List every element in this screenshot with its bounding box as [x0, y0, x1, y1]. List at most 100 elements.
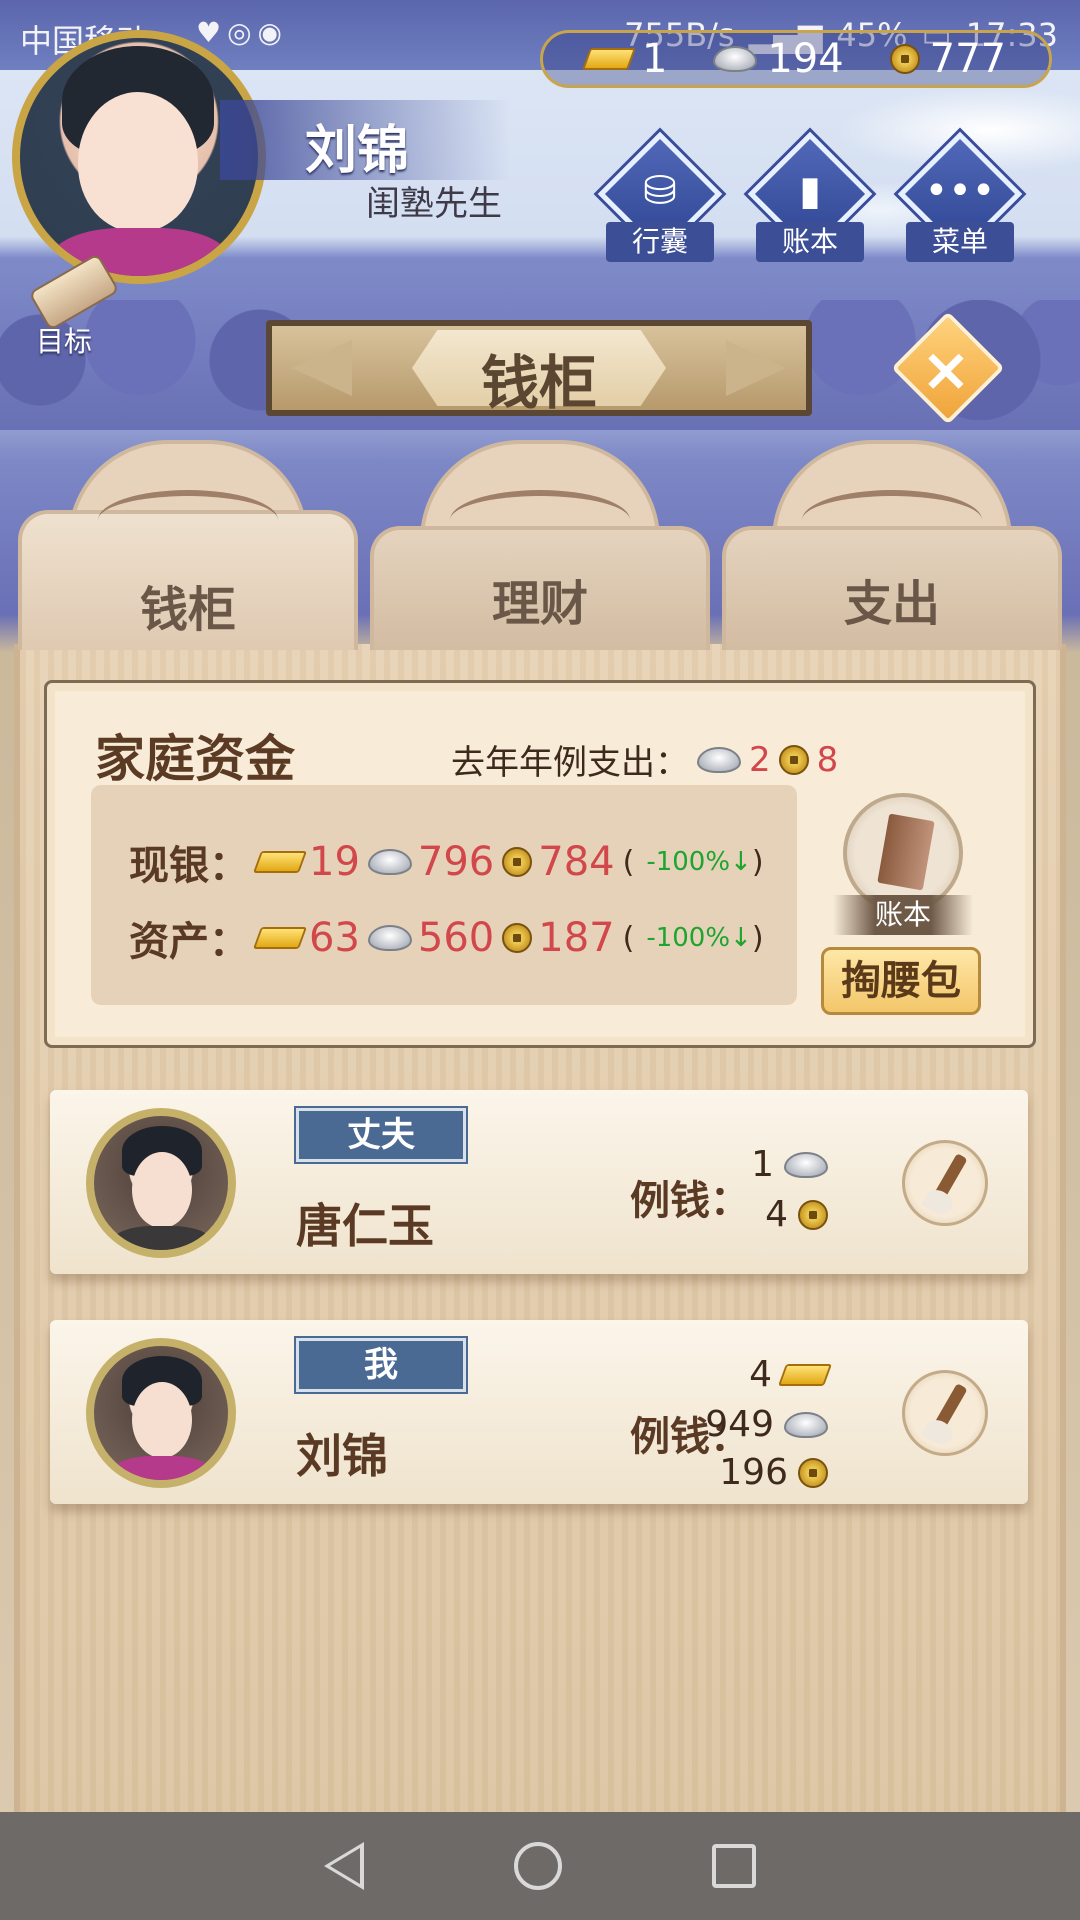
copper-coin-icon — [778, 744, 809, 775]
home-icon[interactable] — [514, 1842, 562, 1890]
allowance-label: 例钱： — [630, 1178, 750, 1224]
more-icon: ••• — [924, 168, 996, 214]
last-year-expense: 去年年例支出： 2 8 — [451, 735, 838, 784]
copper-value: 196 — [719, 1452, 788, 1493]
cash-label: 现银： — [129, 843, 249, 889]
copper-coin-icon — [502, 847, 533, 877]
silver-ingot-icon — [367, 925, 412, 951]
page-title: 钱柜 — [480, 349, 597, 417]
page-title-board: 钱柜 — [266, 320, 812, 417]
goal-label: 目标 — [36, 325, 93, 358]
member-avatar[interactable] — [86, 1338, 236, 1488]
cash-silver: 796 — [417, 839, 495, 885]
ledger-label: 账本 — [756, 222, 864, 262]
bag-button[interactable]: ⛁ 行囊 — [597, 131, 723, 262]
role-badge: 丈夫 — [294, 1106, 468, 1164]
cloud-ornament-icon — [98, 490, 278, 550]
copper-coin-icon — [798, 1199, 828, 1230]
close-paren: ) — [751, 920, 764, 956]
copper-coin-icon — [889, 44, 920, 74]
last-year-copper: 8 — [816, 739, 839, 780]
cloud-ornament-icon — [450, 490, 630, 550]
assets-label: 资产： — [129, 919, 249, 965]
tab-expenses[interactable]: 支出 — [722, 440, 1062, 650]
cash-row: 现银： 19 796 784 ( -100%↓ ) — [129, 833, 764, 891]
gold-currency: 1 — [581, 36, 668, 82]
bag-icon: ⛁ — [643, 168, 677, 214]
silver-ingot-icon — [713, 46, 758, 72]
goal-button[interactable]: 目标 — [16, 252, 126, 358]
silver-ingot-icon — [697, 746, 741, 773]
silver-value: 949 — [705, 1404, 774, 1445]
gold-amount: 1 — [641, 36, 668, 82]
family-funds-card: 家庭资金 去年年例支出： 2 8 现银： 19 796 784 ( -100%↓… — [44, 680, 1036, 1048]
cash-change: -100%↓ — [646, 847, 752, 877]
avatar-face — [78, 92, 198, 232]
gold-ingot-icon — [252, 927, 308, 949]
assets-copper: 187 — [538, 915, 615, 961]
allowance-silver: 949 — [705, 1404, 828, 1445]
menu-label: 菜单 — [906, 222, 1014, 262]
cash-copper: 784 — [538, 839, 615, 885]
silver-currency: 194 — [713, 36, 844, 82]
silver-ingot-icon — [784, 1151, 828, 1178]
player-title: 闺塾先生 — [366, 184, 502, 224]
copper-amount: 777 — [929, 36, 1007, 82]
assets-change: -100%↓ — [646, 923, 752, 953]
account-book-icon — [877, 813, 935, 891]
tab-finance[interactable]: 理财 — [370, 440, 710, 650]
recents-icon[interactable] — [712, 1844, 756, 1888]
edit-allowance-button[interactable] — [902, 1140, 988, 1226]
allowance-copper: 4 — [765, 1194, 828, 1235]
allowance-silver: 1 — [751, 1144, 828, 1185]
allowance-gold: 4 — [749, 1354, 833, 1395]
open-paren: ( — [622, 920, 635, 956]
avatar-face — [132, 1152, 192, 1228]
silver-amount: 194 — [767, 36, 844, 82]
member-name: 唐仁玉 — [296, 1199, 434, 1253]
currency-bar: 1 194 777 — [540, 30, 1052, 88]
allowance-copper: 196 — [719, 1452, 828, 1493]
ledger-button[interactable]: ▮ 账本 — [747, 131, 873, 262]
notification-icons: ♥◎◉ — [196, 16, 288, 49]
gold-ingot-icon — [777, 1363, 833, 1386]
tab-label: 钱柜 — [139, 582, 236, 638]
cloud-ornament-icon — [802, 490, 982, 550]
close-paren: ) — [751, 844, 764, 880]
player-name: 刘锦 — [305, 121, 410, 181]
edit-allowance-button[interactable] — [902, 1370, 988, 1456]
avatar-robe — [112, 1226, 212, 1250]
pay-from-pocket-button[interactable]: 掏腰包 — [821, 947, 981, 1015]
member-card-self: 我 刘锦 例钱： 4 949 196 — [50, 1320, 1028, 1504]
tab-label: 理财 — [491, 576, 588, 632]
copper-coin-icon — [502, 923, 533, 953]
assets-row: 资产： 63 560 187 ( -100%↓ ) — [129, 909, 764, 967]
role-badge: 我 — [294, 1336, 468, 1394]
close-icon: × — [920, 335, 972, 406]
member-card-husband: 丈夫 唐仁玉 例钱： 1 4 — [50, 1090, 1028, 1274]
account-book-label: 账本 — [833, 895, 973, 935]
copper-currency: 777 — [889, 36, 1007, 82]
assets-silver: 560 — [417, 915, 495, 961]
menu-button[interactable]: ••• 菜单 — [897, 131, 1023, 262]
bag-label: 行囊 — [606, 222, 714, 262]
funds-box: 现银： 19 796 784 ( -100%↓ ) 资产： 63 560 187… — [91, 785, 797, 1005]
tab-label: 支出 — [843, 576, 940, 632]
assets-gold: 63 — [309, 915, 360, 961]
back-icon[interactable] — [324, 1842, 364, 1890]
last-year-silver: 2 — [749, 739, 771, 780]
member-avatar[interactable] — [86, 1108, 236, 1258]
member-name: 刘锦 — [296, 1429, 388, 1483]
avatar-face — [132, 1382, 192, 1458]
silver-value: 1 — [751, 1144, 774, 1185]
family-funds-title: 家庭资金 — [95, 730, 295, 788]
open-paren: ( — [622, 844, 635, 880]
system-nav-bar — [0, 1812, 1080, 1920]
silver-ingot-icon — [784, 1411, 828, 1438]
cash-gold: 19 — [309, 839, 360, 885]
ledger-icon: ▮ — [798, 168, 821, 214]
tab-money-chest[interactable]: 钱柜 — [18, 440, 358, 650]
copper-coin-icon — [798, 1457, 828, 1488]
gold-ingot-icon — [581, 48, 636, 70]
gold-ingot-icon — [252, 851, 308, 873]
